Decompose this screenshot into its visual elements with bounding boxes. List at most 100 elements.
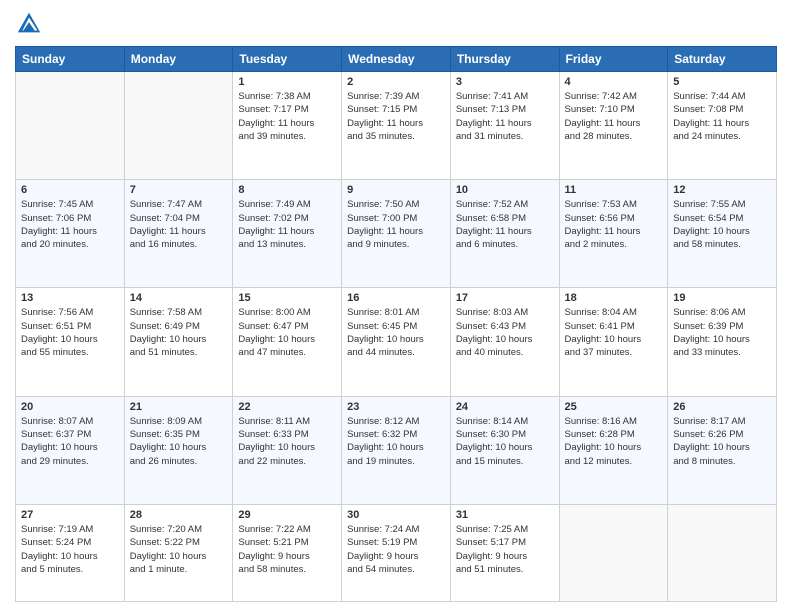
day-content: Sunrise: 7:47 AM Sunset: 7:04 PM Dayligh… [130, 198, 228, 251]
day-content: Sunrise: 8:12 AM Sunset: 6:32 PM Dayligh… [347, 415, 445, 468]
day-content: Sunrise: 7:49 AM Sunset: 7:02 PM Dayligh… [238, 198, 336, 251]
day-number: 17 [456, 292, 554, 304]
weekday-header-saturday: Saturday [668, 47, 777, 72]
day-content: Sunrise: 7:50 AM Sunset: 7:00 PM Dayligh… [347, 198, 445, 251]
header [15, 10, 777, 38]
calendar-cell: 2 Sunrise: 7:39 AM Sunset: 7:15 PM Daylig… [342, 72, 451, 180]
day-number: 31 [456, 509, 554, 521]
logo [15, 10, 47, 38]
day-number: 8 [238, 184, 336, 196]
calendar-week-row: 27Sunrise: 7:19 AM Sunset: 5:24 PM Dayli… [16, 504, 777, 601]
day-number: 7 [130, 184, 228, 196]
calendar-cell: 29 Sunrise: 7:22 AM Sunset: 5:21 PM Dayli… [233, 504, 342, 601]
day-content: Sunrise: 7:41 AM Sunset: 7:13 PM Dayligh… [456, 90, 554, 143]
calendar-week-row: 1 Sunrise: 7:38 AM Sunset: 7:17 PM Daylig… [16, 72, 777, 180]
day-number: 11 [565, 184, 663, 196]
calendar-cell: 24 Sunrise: 8:14 AM Sunset: 6:30 PM Dayli… [450, 396, 559, 504]
day-number: 22 [238, 401, 336, 413]
day-number: 30 [347, 509, 445, 521]
day-content: Sunrise: 8:06 AM Sunset: 6:39 PM Dayligh… [673, 306, 771, 359]
day-number: 4 [565, 76, 663, 88]
day-content: Sunrise: 7:55 AM Sunset: 6:54 PM Dayligh… [673, 198, 771, 251]
day-content: Sunrise: 7:39 AM Sunset: 7:15 PM Dayligh… [347, 90, 445, 143]
day-number: 21 [130, 401, 228, 413]
calendar-cell: 11 Sunrise: 7:53 AM Sunset: 6:56 PM Dayli… [559, 180, 668, 288]
calendar-cell [124, 72, 233, 180]
day-number: 6 [21, 184, 119, 196]
day-content: Sunrise: 8:09 AM Sunset: 6:35 PM Dayligh… [130, 415, 228, 468]
day-number: 25 [565, 401, 663, 413]
calendar-cell: 16 Sunrise: 8:01 AM Sunset: 6:45 PM Dayli… [342, 288, 451, 396]
day-content: Sunrise: 7:38 AM Sunset: 7:17 PM Dayligh… [238, 90, 336, 143]
day-content: Sunrise: 7:24 AM Sunset: 5:19 PM Dayligh… [347, 523, 445, 576]
calendar-cell: 23 Sunrise: 8:12 AM Sunset: 6:32 PM Dayli… [342, 396, 451, 504]
day-number: 16 [347, 292, 445, 304]
calendar-cell: 30 Sunrise: 7:24 AM Sunset: 5:19 PM Dayli… [342, 504, 451, 601]
day-content: Sunrise: 7:44 AM Sunset: 7:08 PM Dayligh… [673, 90, 771, 143]
day-number: 3 [456, 76, 554, 88]
day-content: Sunrise: 8:17 AM Sunset: 6:26 PM Dayligh… [673, 415, 771, 468]
day-content: Sunrise: 7:42 AM Sunset: 7:10 PM Dayligh… [565, 90, 663, 143]
calendar-cell: 4 Sunrise: 7:42 AM Sunset: 7:10 PM Daylig… [559, 72, 668, 180]
day-number: 29 [238, 509, 336, 521]
day-content: Sunrise: 7:58 AM Sunset: 6:49 PM Dayligh… [130, 306, 228, 359]
day-number: 13 [21, 292, 119, 304]
day-number: 5 [673, 76, 771, 88]
day-content: Sunrise: 7:22 AM Sunset: 5:21 PM Dayligh… [238, 523, 336, 576]
day-number: 1 [238, 76, 336, 88]
calendar-cell [668, 504, 777, 601]
day-number: 2 [347, 76, 445, 88]
calendar-cell: 20Sunrise: 8:07 AM Sunset: 6:37 PM Dayli… [16, 396, 125, 504]
day-content: Sunrise: 7:53 AM Sunset: 6:56 PM Dayligh… [565, 198, 663, 251]
day-number: 24 [456, 401, 554, 413]
calendar-cell: 26 Sunrise: 8:17 AM Sunset: 6:26 PM Dayli… [668, 396, 777, 504]
calendar-cell: 6 Sunrise: 7:45 AM Sunset: 7:06 PM Daylig… [16, 180, 125, 288]
calendar-cell: 7 Sunrise: 7:47 AM Sunset: 7:04 PM Daylig… [124, 180, 233, 288]
calendar-cell: 19 Sunrise: 8:06 AM Sunset: 6:39 PM Dayli… [668, 288, 777, 396]
day-number: 18 [565, 292, 663, 304]
calendar-cell: 12 Sunrise: 7:55 AM Sunset: 6:54 PM Dayli… [668, 180, 777, 288]
calendar-cell: 8 Sunrise: 7:49 AM Sunset: 7:02 PM Daylig… [233, 180, 342, 288]
logo-icon [15, 10, 43, 38]
weekday-header-sunday: Sunday [16, 47, 125, 72]
day-content: Sunrise: 7:19 AM Sunset: 5:24 PM Dayligh… [21, 523, 119, 576]
day-content: Sunrise: 7:52 AM Sunset: 6:58 PM Dayligh… [456, 198, 554, 251]
day-number: 26 [673, 401, 771, 413]
calendar-cell [559, 504, 668, 601]
weekday-header-tuesday: Tuesday [233, 47, 342, 72]
calendar-cell: 3 Sunrise: 7:41 AM Sunset: 7:13 PM Daylig… [450, 72, 559, 180]
day-content: Sunrise: 8:01 AM Sunset: 6:45 PM Dayligh… [347, 306, 445, 359]
weekday-header-row: SundayMondayTuesdayWednesdayThursdayFrid… [16, 47, 777, 72]
calendar-cell: 15 Sunrise: 8:00 AM Sunset: 6:47 PM Dayli… [233, 288, 342, 396]
day-number: 28 [130, 509, 228, 521]
calendar-cell: 18 Sunrise: 8:04 AM Sunset: 6:41 PM Dayli… [559, 288, 668, 396]
calendar-cell: 13 Sunrise: 7:56 AM Sunset: 6:51 PM Dayli… [16, 288, 125, 396]
day-content: Sunrise: 8:16 AM Sunset: 6:28 PM Dayligh… [565, 415, 663, 468]
day-content: Sunrise: 8:07 AM Sunset: 6:37 PM Dayligh… [21, 415, 119, 468]
calendar-cell [16, 72, 125, 180]
day-content: Sunrise: 8:14 AM Sunset: 6:30 PM Dayligh… [456, 415, 554, 468]
calendar-cell: 27Sunrise: 7:19 AM Sunset: 5:24 PM Dayli… [16, 504, 125, 601]
day-content: Sunrise: 8:00 AM Sunset: 6:47 PM Dayligh… [238, 306, 336, 359]
day-number: 14 [130, 292, 228, 304]
calendar-cell: 31Sunrise: 7:25 AM Sunset: 5:17 PM Dayli… [450, 504, 559, 601]
day-number: 10 [456, 184, 554, 196]
calendar-cell: 28 Sunrise: 7:20 AM Sunset: 5:22 PM Dayli… [124, 504, 233, 601]
day-content: Sunrise: 7:56 AM Sunset: 6:51 PM Dayligh… [21, 306, 119, 359]
day-number: 15 [238, 292, 336, 304]
day-content: Sunrise: 8:04 AM Sunset: 6:41 PM Dayligh… [565, 306, 663, 359]
day-content: Sunrise: 7:20 AM Sunset: 5:22 PM Dayligh… [130, 523, 228, 576]
weekday-header-wednesday: Wednesday [342, 47, 451, 72]
day-number: 23 [347, 401, 445, 413]
day-number: 12 [673, 184, 771, 196]
calendar-cell: 14 Sunrise: 7:58 AM Sunset: 6:49 PM Dayli… [124, 288, 233, 396]
calendar-week-row: 6 Sunrise: 7:45 AM Sunset: 7:06 PM Daylig… [16, 180, 777, 288]
day-content: Sunrise: 7:45 AM Sunset: 7:06 PM Dayligh… [21, 198, 119, 251]
calendar-week-row: 20Sunrise: 8:07 AM Sunset: 6:37 PM Dayli… [16, 396, 777, 504]
weekday-header-friday: Friday [559, 47, 668, 72]
day-content: Sunrise: 8:11 AM Sunset: 6:33 PM Dayligh… [238, 415, 336, 468]
weekday-header-thursday: Thursday [450, 47, 559, 72]
calendar-cell: 5 Sunrise: 7:44 AM Sunset: 7:08 PM Daylig… [668, 72, 777, 180]
day-number: 19 [673, 292, 771, 304]
day-content: Sunrise: 8:03 AM Sunset: 6:43 PM Dayligh… [456, 306, 554, 359]
